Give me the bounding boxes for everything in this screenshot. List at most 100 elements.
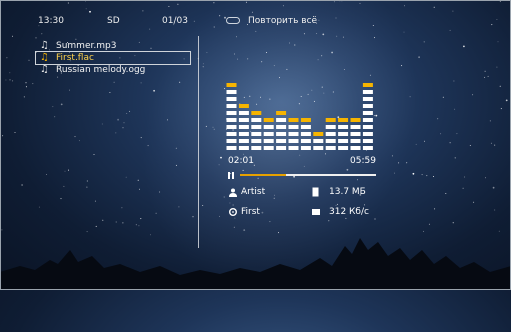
eq-segment — [238, 111, 249, 115]
star — [202, 205, 204, 206]
eq-segment — [276, 118, 287, 122]
star — [433, 176, 434, 177]
eq-segment — [226, 83, 237, 87]
star — [484, 0, 486, 1]
star — [253, 164, 255, 166]
eq-segment — [362, 118, 373, 122]
star — [437, 118, 439, 120]
star — [14, 132, 16, 133]
star — [274, 194, 275, 196]
playlist-item[interactable]: ♫ Summer.mp3 — [36, 40, 190, 52]
pause-icon[interactable] — [228, 172, 234, 179]
playlist-item[interactable]: ♫ Russian melody.ogg — [36, 64, 190, 76]
star — [442, 96, 444, 98]
star — [487, 75, 489, 77]
star — [494, 144, 496, 146]
star — [485, 177, 486, 179]
star — [213, 128, 215, 130]
progress-bar[interactable] — [240, 174, 376, 176]
eq-segment — [238, 104, 249, 108]
eq-segment — [276, 139, 287, 143]
album-name: First — [241, 207, 260, 217]
star — [117, 118, 119, 121]
star — [316, 33, 318, 34]
star — [484, 70, 486, 72]
star — [398, 162, 400, 164]
eq-segment — [263, 146, 274, 150]
star — [149, 28, 151, 30]
eq-segment — [238, 146, 249, 150]
eq-segment — [350, 125, 361, 129]
star — [496, 19, 498, 20]
star — [336, 35, 338, 37]
eq-segment — [338, 118, 349, 122]
eq-segment — [288, 125, 299, 129]
star — [202, 66, 204, 68]
repeat-toggle[interactable] — [226, 17, 240, 24]
star — [472, 94, 474, 96]
star — [140, 82, 142, 84]
star — [192, 216, 194, 218]
eq-segment — [362, 83, 373, 87]
star — [406, 162, 408, 164]
eq-segment — [313, 139, 324, 143]
eq-segment — [325, 132, 336, 136]
star — [155, 212, 157, 214]
star — [500, 108, 502, 110]
star — [6, 57, 8, 59]
star — [54, 116, 56, 118]
person-icon — [229, 188, 237, 197]
star — [453, 80, 455, 82]
playlist-item-selected[interactable]: ♫ First.flac — [35, 51, 191, 65]
star — [60, 103, 63, 106]
eq-segment — [238, 139, 249, 143]
star — [121, 207, 123, 209]
star — [213, 2, 215, 4]
star — [219, 215, 220, 217]
star — [433, 6, 435, 8]
track-name: First.flac — [56, 53, 94, 63]
eq-segment — [338, 146, 349, 150]
star — [333, 1, 335, 3]
star — [345, 217, 347, 219]
star — [489, 120, 491, 122]
eq-segment — [226, 118, 237, 122]
star — [251, 11, 253, 13]
eq-segment — [276, 146, 287, 150]
repeat-mode-label[interactable]: Повторить всё — [248, 16, 317, 26]
tree-silhouette — [0, 238, 511, 290]
star — [9, 72, 11, 74]
star — [69, 89, 70, 91]
star — [86, 180, 88, 182]
star — [339, 0, 341, 2]
eq-segment — [325, 125, 336, 129]
star — [499, 0, 501, 2]
star — [342, 36, 344, 38]
star — [41, 33, 43, 35]
star — [423, 41, 425, 43]
star — [137, 179, 139, 181]
star — [449, 29, 451, 31]
star — [412, 172, 415, 175]
star — [496, 66, 498, 68]
star — [273, 197, 275, 199]
star — [357, 179, 358, 181]
eq-segment — [350, 132, 361, 136]
eq-segment — [263, 118, 274, 122]
star — [242, 169, 244, 171]
star — [0, 114, 1, 115]
star — [179, 81, 181, 83]
star — [343, 69, 345, 70]
eq-segment — [226, 132, 237, 136]
star — [434, 208, 436, 210]
star — [175, 164, 177, 166]
star — [101, 123, 103, 125]
star — [89, 10, 91, 13]
star — [139, 188, 140, 190]
star — [206, 52, 208, 53]
star — [74, 136, 76, 138]
star — [219, 15, 221, 17]
star — [257, 177, 259, 179]
star — [25, 86, 27, 88]
star — [374, 37, 375, 39]
